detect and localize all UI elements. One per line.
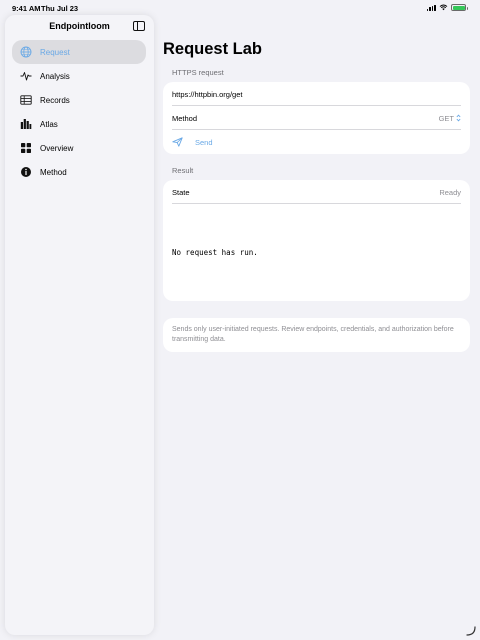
main-content: Request Lab HTTPS request https://httpbi…: [163, 40, 470, 353]
sidebar-item-label: Request: [40, 47, 70, 57]
waveform-icon: [20, 70, 32, 82]
method-selector[interactable]: GET: [439, 114, 461, 123]
state-value: Ready: [439, 187, 461, 197]
state-label: State: [172, 187, 190, 197]
request-card: https://httpbin.org/get Method GET Send: [163, 82, 470, 154]
table-icon: [20, 94, 32, 106]
result-card: State Ready No request has run.: [163, 180, 470, 301]
sidebar-item-label: Records: [40, 95, 70, 105]
status-date: Thu Jul 23: [41, 4, 79, 13]
sidebar-item-label: Atlas: [40, 119, 58, 129]
battery-icon: [451, 4, 468, 11]
url-field[interactable]: https://httpbin.org/get: [163, 82, 470, 106]
status-time: 9:41 AM: [12, 4, 41, 13]
url-value: https://httpbin.org/get: [172, 89, 243, 99]
send-button[interactable]: Send: [163, 130, 470, 154]
globe-icon: [20, 46, 32, 58]
sidebar-item-label: Overview: [40, 143, 74, 153]
sidebar-item-overview[interactable]: Overview: [12, 136, 146, 160]
method-picker[interactable]: Method GET: [163, 106, 470, 130]
status-bar: 9:41 AM Thu Jul 23: [0, 0, 480, 16]
info-icon: [20, 166, 32, 178]
paperplane-icon: [172, 137, 183, 147]
sidebar-item-label: Method: [40, 167, 67, 177]
footer-note: Sends only user-initiated requests. Revi…: [163, 318, 470, 353]
resize-handle-icon[interactable]: [466, 626, 476, 636]
sidebar-nav: Request Analysis Records Atlas Overview: [12, 40, 146, 184]
result-body: No request has run.: [172, 248, 258, 257]
chevron-up-down-icon: [456, 114, 461, 122]
method-label: Method: [172, 113, 198, 123]
sidebar-item-atlas[interactable]: Atlas: [12, 112, 146, 136]
result-section-header: Result: [172, 166, 194, 175]
wifi-icon: [439, 4, 448, 11]
page-title: Request Lab: [163, 40, 263, 58]
sidebar-toggle-icon[interactable]: [133, 21, 145, 31]
sidebar-item-analysis[interactable]: Analysis: [12, 64, 146, 88]
sidebar-item-request[interactable]: Request: [12, 40, 146, 64]
sidebar: Endpointloom Request Analysis Records At…: [5, 15, 154, 635]
send-label: Send: [195, 137, 213, 147]
sidebar-item-records[interactable]: Records: [12, 88, 146, 112]
bar-chart-icon: [20, 118, 32, 130]
request-section-header: HTTPS request: [172, 68, 224, 77]
grid-icon: [20, 142, 32, 154]
status-icons: [426, 4, 468, 11]
cellular-signal-icon: [426, 4, 436, 11]
sidebar-item-method[interactable]: Method: [12, 160, 146, 184]
sidebar-item-label: Analysis: [40, 71, 70, 81]
sidebar-title: Endpointloom: [49, 21, 110, 31]
method-value: GET: [438, 113, 454, 123]
state-row: State Ready: [163, 180, 470, 204]
